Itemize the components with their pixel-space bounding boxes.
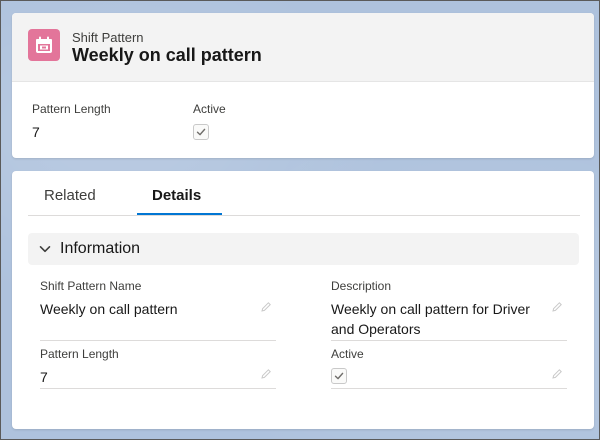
highlight-label: Pattern Length xyxy=(32,102,111,116)
active-checkbox-readonly xyxy=(331,368,347,384)
record-title: Weekly on call pattern xyxy=(72,45,262,65)
field-active: Active xyxy=(331,347,567,389)
highlight-value: 7 xyxy=(32,124,40,140)
field-divider xyxy=(40,388,276,389)
record-detail-card: Related Details Information Shift Patter… xyxy=(12,171,594,429)
edit-pencil-icon[interactable] xyxy=(260,368,272,380)
chevron-down-icon xyxy=(39,246,51,253)
field-value: Weekly on call pattern xyxy=(40,301,178,317)
active-checkbox-readonly xyxy=(193,124,209,140)
highlight-active: Active xyxy=(193,102,226,140)
field-divider xyxy=(331,388,567,389)
tab-related[interactable]: Related xyxy=(44,187,96,204)
edit-pencil-icon[interactable] xyxy=(551,301,563,313)
field-description: Description Weekly on call pattern for D… xyxy=(331,279,567,341)
checkmark-icon xyxy=(334,372,344,380)
calendar-icon xyxy=(28,29,60,61)
checkmark-icon xyxy=(196,128,206,136)
field-value: 7 xyxy=(40,369,48,385)
field-label: Shift Pattern Name xyxy=(40,279,142,293)
field-divider xyxy=(40,340,276,341)
field-label: Active xyxy=(331,347,364,361)
section-title: Information xyxy=(60,240,141,257)
edit-pencil-icon[interactable] xyxy=(551,368,563,380)
field-shift-pattern-name: Shift Pattern Name Weekly on call patter… xyxy=(40,279,276,341)
field-pattern-length: Pattern Length 7 xyxy=(40,347,276,389)
record-header-top: Shift Pattern Weekly on call pattern xyxy=(12,13,594,82)
object-type-label: Shift Pattern xyxy=(72,30,144,45)
field-value: Weekly on call pattern for Driver and Op… xyxy=(331,301,530,337)
tab-bar: Related Details xyxy=(28,171,580,216)
highlight-pattern-length: Pattern Length 7 xyxy=(32,102,111,140)
active-tab-indicator xyxy=(137,213,222,215)
field-label: Description xyxy=(331,279,392,293)
tab-details[interactable]: Details xyxy=(152,187,201,204)
record-header: Shift Pattern Weekly on call pattern Pat… xyxy=(12,13,594,158)
highlight-label: Active xyxy=(193,102,226,116)
section-information-header[interactable]: Information xyxy=(28,233,579,265)
field-divider xyxy=(331,340,567,341)
field-label: Pattern Length xyxy=(40,347,119,361)
edit-pencil-icon[interactable] xyxy=(260,301,272,313)
